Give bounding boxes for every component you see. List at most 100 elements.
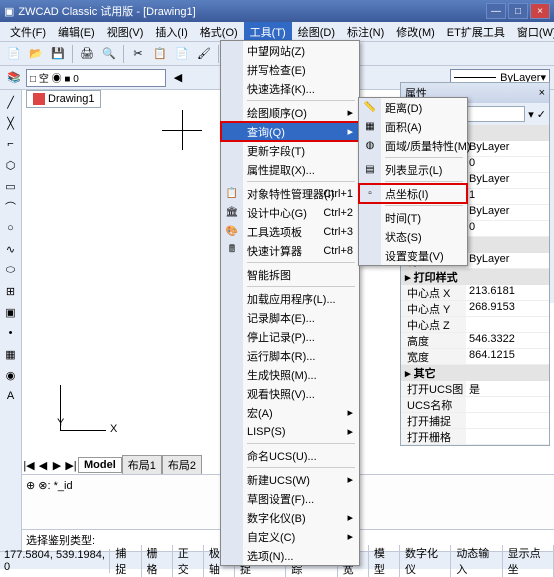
menu-item[interactable]: 中望网站(Z) bbox=[221, 41, 359, 60]
copy-icon[interactable]: 📋 bbox=[150, 44, 170, 64]
props-qsel-icon[interactable]: ✓ bbox=[537, 108, 546, 121]
prop-row[interactable]: 打开捕捉 bbox=[401, 413, 549, 429]
menu-et[interactable]: ET扩展工具 bbox=[441, 22, 511, 42]
save-icon[interactable]: 💾 bbox=[48, 44, 68, 64]
menu-item[interactable]: 观看快照(V)... bbox=[221, 384, 359, 403]
menu-item[interactable]: 查询(Q)▸ bbox=[221, 122, 359, 141]
point-icon[interactable]: • bbox=[2, 324, 20, 342]
block-icon[interactable]: ▣ bbox=[2, 303, 20, 321]
tab-layout1[interactable]: 布局1 bbox=[122, 455, 162, 475]
ortho-toggle[interactable]: 正交 bbox=[173, 545, 204, 577]
preview-icon[interactable]: 🔍 bbox=[99, 44, 119, 64]
spline-icon[interactable]: ∿ bbox=[2, 240, 20, 258]
print-icon[interactable]: 🖨 bbox=[77, 44, 97, 64]
tab-model[interactable]: Model bbox=[78, 457, 122, 473]
menu-item[interactable]: 属性提取(X)... bbox=[221, 160, 359, 179]
prop-category[interactable]: ▸ 打印样式 bbox=[401, 269, 549, 285]
open-icon[interactable]: 📂 bbox=[26, 44, 46, 64]
menu-draw[interactable]: 绘图(D) bbox=[292, 22, 341, 42]
menu-item[interactable]: 自定义(C)▸ bbox=[221, 527, 359, 546]
hatch-icon[interactable]: ▦ bbox=[2, 345, 20, 363]
menu-edit[interactable]: 编辑(E) bbox=[52, 22, 101, 42]
tab-last-icon[interactable]: ▶| bbox=[64, 458, 78, 472]
snap-toggle[interactable]: 捕捉 bbox=[110, 545, 141, 577]
submenu-item[interactable]: 状态(S) bbox=[359, 227, 467, 246]
tab-next-icon[interactable]: ▶ bbox=[50, 458, 64, 472]
prop-category[interactable]: ▸ 其它 bbox=[401, 365, 549, 381]
menu-item[interactable]: 更新字段(T) bbox=[221, 141, 359, 160]
menu-insert[interactable]: 插入(I) bbox=[149, 22, 193, 42]
menu-item[interactable]: 宏(A)▸ bbox=[221, 403, 359, 422]
menu-item[interactable]: 记录脚本(E)... bbox=[221, 308, 359, 327]
menu-item[interactable]: 选项(N)... bbox=[221, 546, 359, 565]
close-button[interactable]: × bbox=[530, 3, 550, 19]
menu-modify[interactable]: 修改(M) bbox=[390, 22, 441, 42]
tab-prev-icon[interactable]: ◀ bbox=[36, 458, 50, 472]
menu-window[interactable]: 窗口(W) bbox=[511, 22, 554, 42]
line-icon[interactable]: ╱ bbox=[2, 93, 20, 111]
region-icon[interactable]: ◉ bbox=[2, 366, 20, 384]
submenu-item[interactable]: 列表显示(L)▤ bbox=[359, 160, 467, 179]
menu-item[interactable]: 草图设置(F)... bbox=[221, 489, 359, 508]
menu-item[interactable]: 生成快照(M)... bbox=[221, 365, 359, 384]
menu-item[interactable]: 对象特性管理器(I)📋Ctrl+1 bbox=[221, 184, 359, 203]
match-icon[interactable]: 🖌 bbox=[194, 44, 214, 64]
rect-icon[interactable]: ▭ bbox=[2, 177, 20, 195]
insert-icon[interactable]: ⊞ bbox=[2, 282, 20, 300]
model-toggle[interactable]: 模型 bbox=[369, 545, 400, 577]
menu-file[interactable]: 文件(F) bbox=[4, 22, 52, 42]
cut-icon[interactable]: ✂ bbox=[128, 44, 148, 64]
menu-item[interactable]: 智能拆图 bbox=[221, 265, 359, 284]
submenu-item[interactable]: 距离(D)📏 bbox=[359, 98, 467, 117]
minimize-button[interactable]: — bbox=[486, 3, 506, 19]
new-icon[interactable]: 📄 bbox=[4, 44, 24, 64]
submenu-item[interactable]: 面积(A)▦ bbox=[359, 117, 467, 136]
layer-combo[interactable]: □ 空 ◉ ■ 0 bbox=[26, 69, 166, 87]
props-pick-icon[interactable]: ▾ bbox=[528, 108, 534, 121]
submenu-item[interactable]: 时间(T) bbox=[359, 208, 467, 227]
menu-item[interactable]: 绘图顺序(O)▸ bbox=[221, 103, 359, 122]
submenu-item[interactable]: 点坐标(I)▫ bbox=[359, 184, 467, 203]
prop-row[interactable]: 中心点 Z bbox=[401, 317, 549, 333]
menu-item[interactable]: 设计中心(G)🏛Ctrl+2 bbox=[221, 203, 359, 222]
menu-dim[interactable]: 标注(N) bbox=[341, 22, 390, 42]
menu-item[interactable]: 停止记录(P)... bbox=[221, 327, 359, 346]
dyn-toggle[interactable]: 动态输入 bbox=[451, 545, 502, 577]
prop-row[interactable]: 打开栅格 bbox=[401, 429, 549, 445]
menu-item[interactable]: 新建UCS(W)▸ bbox=[221, 470, 359, 489]
menu-item[interactable]: 加载应用程序(L)... bbox=[221, 289, 359, 308]
menu-item[interactable]: LISP(S)▸ bbox=[221, 422, 359, 441]
grid-toggle[interactable]: 栅格 bbox=[142, 545, 173, 577]
props-close-icon[interactable]: × bbox=[539, 87, 545, 99]
menu-item[interactable]: 数字化仪(B)▸ bbox=[221, 508, 359, 527]
submenu-item[interactable]: 面域/质量特性(M)◍ bbox=[359, 136, 467, 155]
menu-item[interactable]: 快速选择(K)... bbox=[221, 79, 359, 98]
pline-icon[interactable]: ⌐ bbox=[2, 135, 20, 153]
tablet-toggle[interactable]: 数字化仪 bbox=[400, 545, 451, 577]
prop-row[interactable]: 打开UCS图标是 bbox=[401, 381, 549, 397]
menu-item[interactable]: 运行脚本(R)... bbox=[221, 346, 359, 365]
arc-icon[interactable]: ⌒ bbox=[2, 198, 20, 216]
menu-view[interactable]: 视图(V) bbox=[101, 22, 150, 42]
menu-item[interactable]: 命名UCS(U)... bbox=[221, 446, 359, 465]
layer-manager-icon[interactable]: 📚 bbox=[4, 68, 24, 88]
tab-first-icon[interactable]: |◀ bbox=[22, 458, 36, 472]
menu-format[interactable]: 格式(O) bbox=[194, 22, 244, 42]
prop-row[interactable]: 宽度864.1215 bbox=[401, 349, 549, 365]
menu-item[interactable]: 拼写检查(E) bbox=[221, 60, 359, 79]
xline-icon[interactable]: ╳ bbox=[2, 114, 20, 132]
maximize-button[interactable]: □ bbox=[508, 3, 528, 19]
text-icon[interactable]: A bbox=[2, 387, 20, 405]
menu-item[interactable]: 快速计算器🖩Ctrl+8 bbox=[221, 241, 359, 260]
prop-row[interactable]: 中心点 X213.6181 bbox=[401, 285, 549, 301]
drawing-tab[interactable]: Drawing1 bbox=[26, 90, 101, 108]
polygon-icon[interactable]: ⬡ bbox=[2, 156, 20, 174]
ellipse-icon[interactable]: ⬭ bbox=[2, 261, 20, 279]
circle-icon[interactable]: ○ bbox=[2, 219, 20, 237]
prop-row[interactable]: 中心点 Y268.9153 bbox=[401, 301, 549, 317]
prop-row[interactable]: UCS名称 bbox=[401, 397, 549, 413]
paste-icon[interactable]: 📄 bbox=[172, 44, 192, 64]
menu-tools[interactable]: 工具(T) bbox=[244, 22, 292, 42]
layer-prev-icon[interactable]: ◀ bbox=[168, 68, 188, 88]
menu-item[interactable]: 工具选项板🎨Ctrl+3 bbox=[221, 222, 359, 241]
